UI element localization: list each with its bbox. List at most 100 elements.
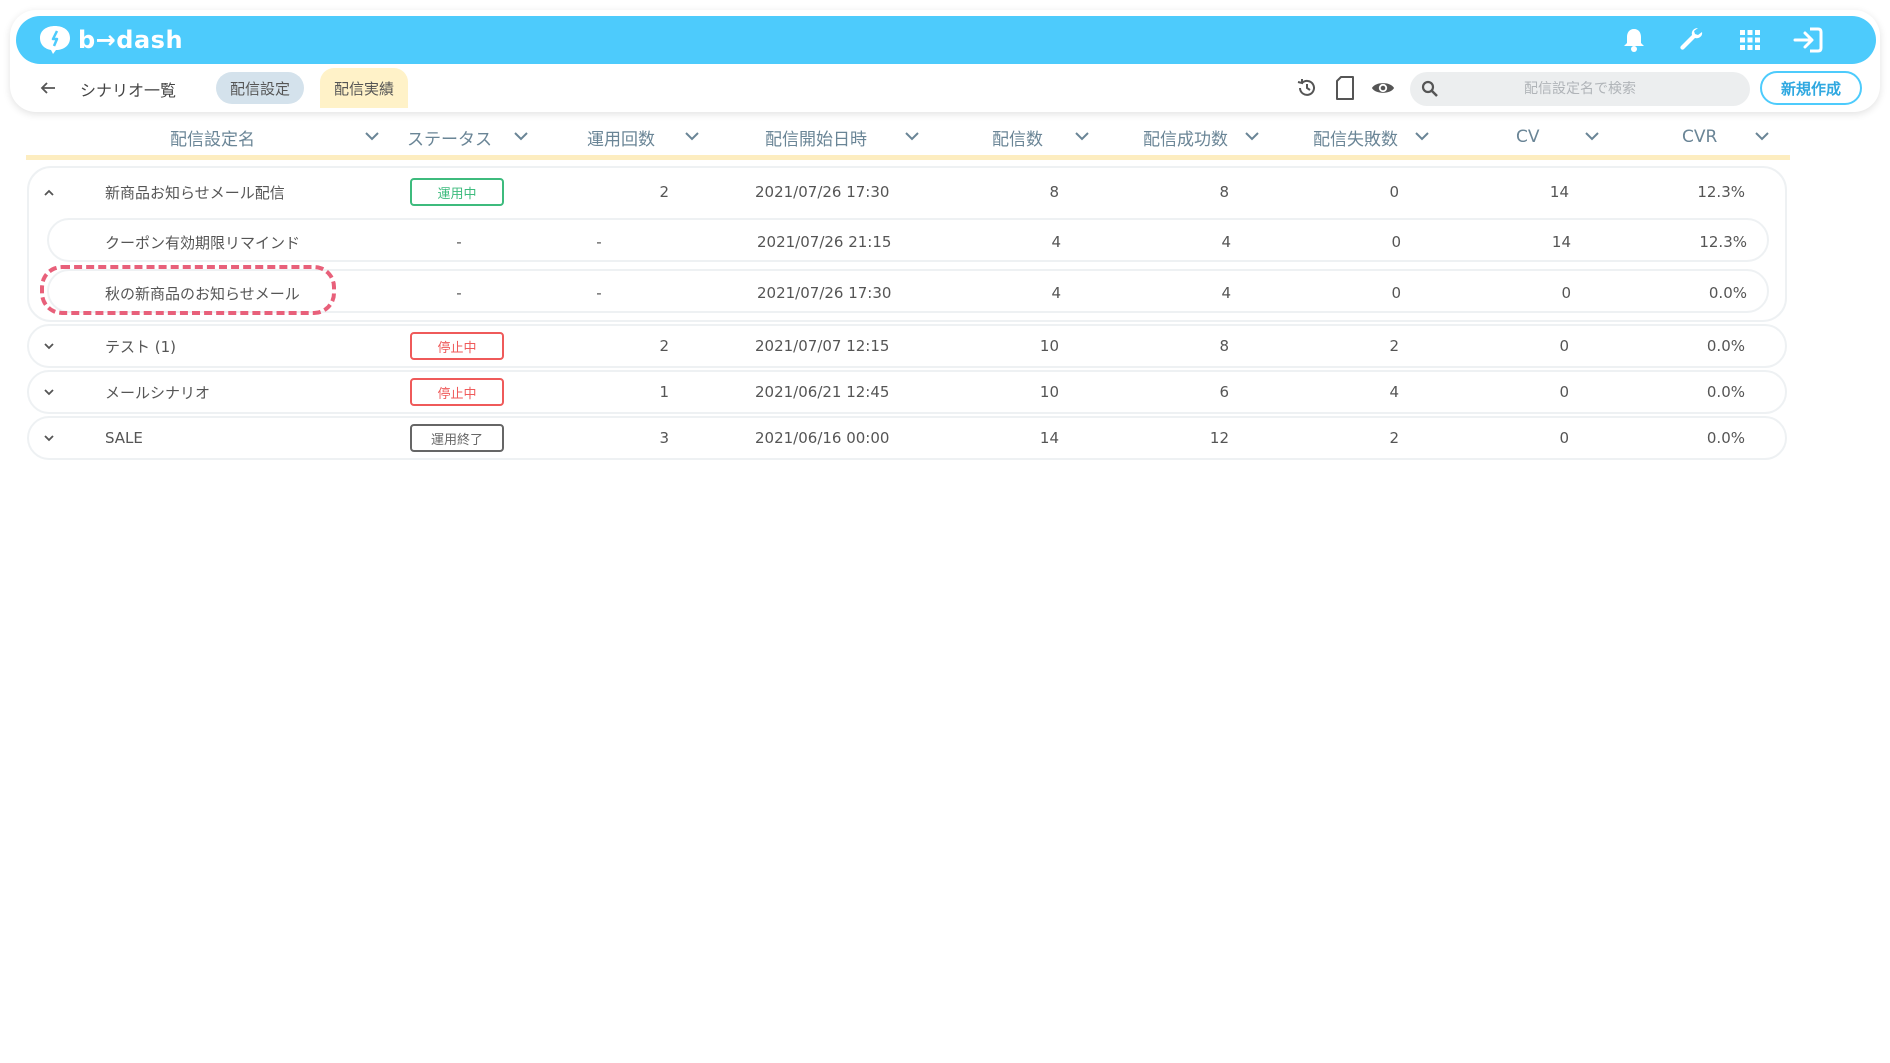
row-cv: 0 — [1561, 284, 1571, 302]
row-start: 2021/07/26 21:15 — [757, 233, 892, 251]
row-name[interactable]: クーポン有効期限リマインド — [105, 220, 300, 264]
chevron-down-icon[interactable] — [39, 382, 59, 402]
back-arrow-icon[interactable] — [36, 76, 60, 100]
status-badge-cell: 運用中 — [410, 170, 504, 214]
eye-icon[interactable] — [1371, 76, 1395, 100]
table-header: 配信設定名 ステータス 運用回数 配信開始日時 配信数 配信成功数 配信失敗数 … — [26, 118, 1790, 160]
column-header-success[interactable]: 配信成功数 — [1143, 124, 1259, 150]
chevron-down-icon[interactable] — [39, 428, 59, 448]
row-name[interactable]: 新商品お知らせメール配信 — [105, 170, 285, 214]
scenario-group: メールシナリオ 停止中 1 2021/06/21 12:45 10 6 4 0 … — [27, 370, 1787, 414]
column-header-name[interactable]: 配信設定名 — [170, 124, 379, 150]
search-input[interactable] — [1450, 81, 1710, 97]
chevron-down-icon[interactable] — [1752, 126, 1772, 146]
chevron-down-icon[interactable] — [39, 336, 59, 356]
row-status: - — [456, 233, 462, 251]
chevron-down-icon[interactable] — [1582, 126, 1602, 146]
row-cvr: 0.0% — [1706, 429, 1745, 447]
row-cvr: 0.0% — [1708, 284, 1747, 302]
row-status: - — [456, 284, 462, 302]
search-box[interactable] — [1410, 72, 1750, 106]
row-failed: 2 — [1389, 337, 1399, 355]
scenario-group: SALE 運用終了 3 2021/06/16 00:00 14 12 2 0 0… — [27, 416, 1787, 460]
row-cv: 0 — [1559, 337, 1569, 355]
bell-icon[interactable] — [1618, 24, 1650, 56]
row-name[interactable]: SALE — [105, 416, 143, 460]
table-row[interactable]: テスト (1) 停止中 2 2021/07/07 12:15 10 8 2 0 … — [29, 324, 1785, 368]
row-sent: 10 — [1039, 337, 1059, 355]
table-row[interactable]: SALE 運用終了 3 2021/06/16 00:00 14 12 2 0 0… — [29, 416, 1785, 460]
chevron-down-icon[interactable] — [682, 126, 702, 146]
status-badge: 停止中 — [410, 332, 504, 360]
status-badge: 運用中 — [410, 178, 504, 206]
chevron-down-icon[interactable] — [511, 126, 531, 146]
logo-speech-bubble-icon — [36, 25, 74, 55]
column-header-cv[interactable]: CV — [1516, 124, 1599, 150]
row-runs: 3 — [659, 429, 669, 447]
row-sent: 10 — [1039, 383, 1059, 401]
row-cv: 0 — [1559, 383, 1569, 401]
row-cvr: 12.3% — [1699, 233, 1747, 251]
search-icon — [1410, 80, 1450, 98]
row-success: 6 — [1219, 383, 1229, 401]
column-header-cvr[interactable]: CVR — [1682, 124, 1769, 150]
bdash-logo[interactable]: b→dash — [36, 24, 183, 56]
history-icon[interactable] — [1295, 76, 1319, 100]
row-success: 8 — [1219, 183, 1229, 201]
row-sent: 4 — [1051, 284, 1061, 302]
row-runs: 2 — [659, 183, 669, 201]
column-header-start-datetime[interactable]: 配信開始日時 — [765, 124, 919, 150]
row-name[interactable]: テスト (1) — [105, 324, 176, 368]
row-name[interactable]: メールシナリオ — [105, 370, 210, 414]
column-header-sent[interactable]: 配信数 — [992, 124, 1089, 150]
row-success: 4 — [1221, 233, 1231, 251]
row-failed: 0 — [1389, 183, 1399, 201]
scenario-group: 新商品お知らせメール配信 運用中 2 2021/07/26 17:30 8 8 … — [27, 166, 1787, 322]
status-badge: 停止中 — [410, 378, 504, 406]
row-runs: - — [596, 233, 602, 251]
scenario-list-link[interactable]: シナリオ一覧 — [80, 77, 176, 101]
column-header-status[interactable]: ステータス — [407, 124, 528, 150]
row-cv: 14 — [1551, 233, 1571, 251]
row-cv: 14 — [1549, 183, 1569, 201]
table-row[interactable]: メールシナリオ 停止中 1 2021/06/21 12:45 10 6 4 0 … — [29, 370, 1785, 414]
new-create-button[interactable]: 新規作成 — [1760, 71, 1862, 105]
row-failed: 4 — [1389, 383, 1399, 401]
status-badge-cell: 運用終了 — [410, 416, 504, 460]
row-runs: - — [596, 284, 602, 302]
chevron-up-icon[interactable] — [39, 182, 59, 202]
logo-text: b→dash — [78, 26, 184, 54]
row-runs: 2 — [659, 337, 669, 355]
row-success: 8 — [1219, 337, 1229, 355]
sub-navigation-bar: シナリオ一覧 配信設定 配信実績 新規作成 — [0, 66, 1890, 110]
row-runs: 1 — [659, 383, 669, 401]
row-success: 4 — [1221, 284, 1231, 302]
column-header-runs[interactable]: 運用回数 — [587, 124, 699, 150]
chevron-down-icon[interactable] — [1412, 126, 1432, 146]
row-sent: 14 — [1039, 429, 1059, 447]
column-header-failed[interactable]: 配信失敗数 — [1313, 124, 1429, 150]
row-cvr: 12.3% — [1697, 183, 1745, 201]
table-row[interactable]: 新商品お知らせメール配信 運用中 2 2021/07/26 17:30 8 8 … — [29, 170, 1785, 214]
sub-table-row[interactable]: 秋の新商品のお知らせメール - - 2021/07/26 17:30 4 4 0… — [47, 269, 1769, 313]
apps-grid-icon[interactable] — [1734, 24, 1766, 56]
chevron-down-icon[interactable] — [1242, 126, 1262, 146]
chevron-down-icon[interactable] — [1072, 126, 1092, 146]
tab-delivery-results[interactable]: 配信実績 — [320, 68, 409, 108]
sub-table-row[interactable]: クーポン有効期限リマインド - - 2021/07/26 21:15 4 4 0… — [47, 218, 1769, 262]
chevron-down-icon[interactable] — [362, 126, 382, 146]
row-start: 2021/07/26 17:30 — [757, 284, 892, 302]
wrench-icon[interactable] — [1676, 24, 1708, 56]
file-icon[interactable] — [1333, 76, 1357, 100]
logout-icon[interactable] — [1792, 24, 1824, 56]
row-failed: 2 — [1389, 429, 1399, 447]
row-sent: 4 — [1051, 233, 1061, 251]
chevron-down-icon[interactable] — [902, 126, 922, 146]
row-name[interactable]: 秋の新商品のお知らせメール — [105, 271, 300, 315]
tab-delivery-settings[interactable]: 配信設定 — [216, 72, 305, 104]
row-cvr: 0.0% — [1706, 337, 1745, 355]
row-failed: 0 — [1391, 233, 1401, 251]
row-success: 12 — [1209, 429, 1229, 447]
row-start: 2021/07/07 12:15 — [755, 337, 890, 355]
status-badge-cell: 停止中 — [410, 324, 504, 368]
